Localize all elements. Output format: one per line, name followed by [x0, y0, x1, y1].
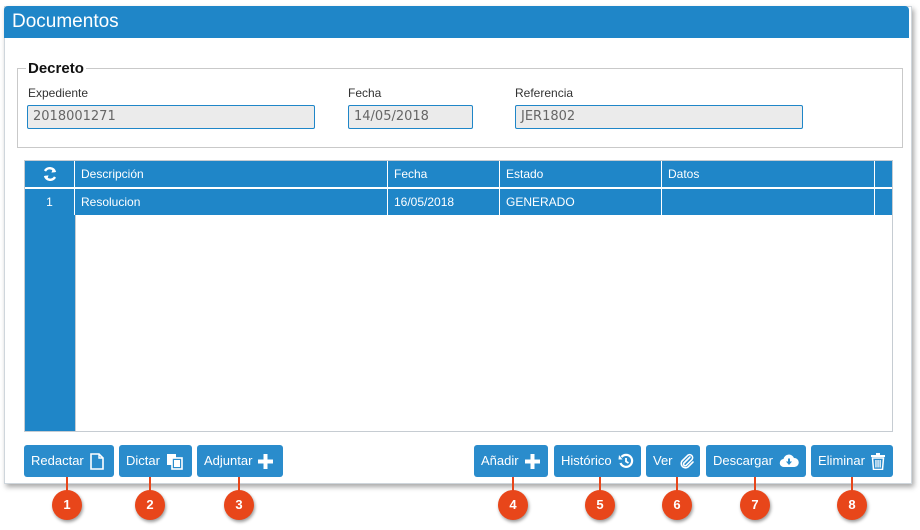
grid-body-divider: [75, 215, 76, 431]
adjuntar-label: Adjuntar: [204, 453, 253, 468]
referencia-field[interactable]: JER1802: [515, 105, 803, 129]
adjuntar-button[interactable]: Adjuntar: [197, 445, 283, 477]
cloud-download-icon: [779, 454, 799, 468]
descargar-button[interactable]: Descargar: [706, 445, 806, 477]
ver-label: Ver: [653, 453, 673, 468]
file-icon: [89, 452, 104, 470]
callout-connector: [149, 477, 151, 491]
panel-title: Documentos: [4, 6, 909, 38]
anadir-label: Añadir: [481, 453, 519, 468]
decreto-legend: Decreto: [28, 60, 84, 77]
table-row[interactable]: 1 Resolucion 16/05/2018 GENERADO: [25, 189, 892, 215]
cell-estado[interactable]: GENERADO: [500, 189, 662, 215]
callout-connector: [599, 477, 601, 491]
callout-connector: [66, 477, 68, 491]
referencia-label: Referencia: [515, 86, 574, 100]
column-header-estado[interactable]: Estado: [500, 161, 662, 187]
expediente-field[interactable]: 2018001271: [27, 105, 315, 129]
grid-header: Descripción Fecha Estado Datos: [25, 161, 892, 187]
redactar-button[interactable]: Redactar: [24, 445, 114, 477]
paperclip-icon: [679, 453, 694, 469]
callout-badge-8: 8: [837, 490, 867, 520]
dictar-label: Dictar: [126, 453, 160, 468]
ver-button[interactable]: Ver: [646, 445, 700, 477]
column-header-datos[interactable]: Datos: [662, 161, 875, 187]
redactar-label: Redactar: [31, 453, 84, 468]
plus-icon: [524, 453, 540, 469]
callout-badge-7: 7: [740, 490, 770, 520]
callout-badge-1: 1: [52, 490, 82, 520]
refresh-icon[interactable]: [25, 161, 75, 187]
history-icon: [618, 453, 633, 468]
cell-descripcion[interactable]: Resolucion: [75, 189, 388, 215]
callout-badge-5: 5: [585, 490, 615, 520]
eliminar-button[interactable]: Eliminar: [811, 445, 893, 477]
callout-badge-2: 2: [135, 490, 165, 520]
cell-fecha[interactable]: 16/05/2018: [388, 189, 500, 215]
row-number: 1: [25, 189, 75, 215]
column-header-descripcion[interactable]: Descripción: [75, 161, 388, 187]
callout-connector: [238, 477, 240, 491]
callout-badge-6: 6: [662, 490, 692, 520]
callout-badge-3: 3: [224, 490, 254, 520]
copy-icon: [166, 453, 183, 470]
fecha-field[interactable]: 14/05/2018: [348, 105, 473, 129]
anadir-button[interactable]: Añadir: [474, 445, 548, 477]
column-header-fecha[interactable]: Fecha: [388, 161, 500, 187]
expediente-label: Expediente: [28, 86, 89, 100]
plus-icon: [258, 453, 274, 469]
callout-connector: [754, 477, 756, 491]
documents-grid: Descripción Fecha Estado Datos 1 Resoluc…: [24, 160, 893, 432]
column-header-spacer: [875, 161, 892, 187]
callout-connector: [512, 477, 514, 491]
callout-badge-4: 4: [498, 490, 528, 520]
cell-spacer: [875, 189, 892, 215]
trash-icon: [870, 452, 885, 470]
historico-button[interactable]: Histórico: [554, 445, 641, 477]
descargar-label: Descargar: [713, 453, 773, 468]
callout-connector: [676, 477, 678, 491]
historico-label: Histórico: [561, 453, 612, 468]
callout-connector: [851, 477, 853, 491]
decreto-fieldset: Decreto: [17, 60, 903, 148]
eliminar-label: Eliminar: [818, 453, 865, 468]
dictar-button[interactable]: Dictar: [119, 445, 192, 477]
cell-datos[interactable]: [662, 189, 875, 215]
fecha-label: Fecha: [348, 86, 382, 100]
